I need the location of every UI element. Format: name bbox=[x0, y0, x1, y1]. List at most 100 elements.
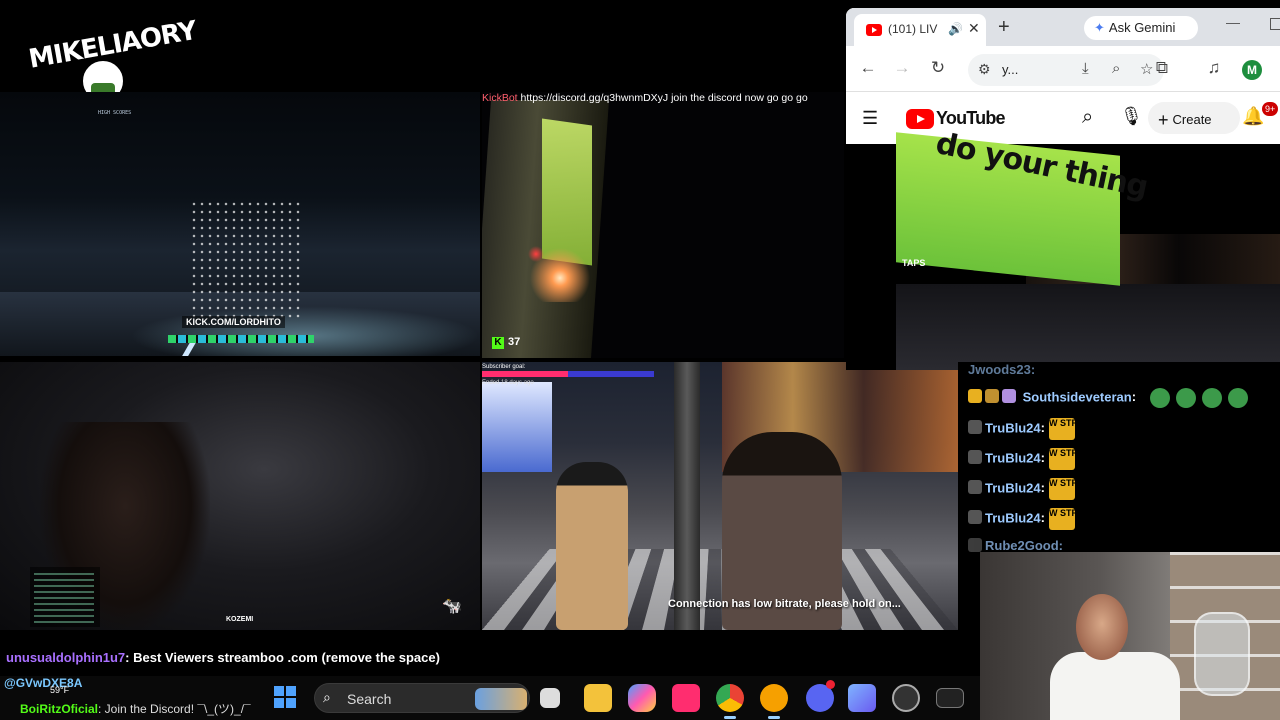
chat-colon: : bbox=[1040, 420, 1045, 436]
stream-tile-car-interior: KOZEMI 🐄 bbox=[0, 362, 480, 630]
storefront-sign: TAPS bbox=[902, 258, 926, 268]
site-info-icon[interactable]: ⚙ bbox=[978, 61, 991, 78]
taskbar-search-label: Search bbox=[347, 691, 392, 707]
media-controls-icon[interactable]: ♫ bbox=[1204, 58, 1224, 78]
microphone-icon[interactable]: 🎙 bbox=[1120, 106, 1143, 127]
extensions-icon[interactable]: ⧉ bbox=[1152, 58, 1172, 78]
file-explorer-icon[interactable] bbox=[584, 684, 612, 712]
zombie-emote-icon bbox=[1175, 388, 1196, 408]
night-road bbox=[896, 284, 1280, 370]
dot-matrix-overlay bbox=[190, 200, 300, 320]
search-highlight-image bbox=[475, 688, 527, 710]
user-badge-icon bbox=[968, 510, 982, 525]
youtube-brand[interactable]: YouTube bbox=[936, 108, 1006, 129]
picsart-icon[interactable] bbox=[672, 684, 700, 712]
subscriber-goal-label: Subscriber goal: bbox=[482, 364, 526, 370]
search-icon: ⌕ bbox=[323, 689, 331, 705]
create-label: Create bbox=[1172, 112, 1212, 127]
overlay-username: @GVwDXE8A bbox=[4, 676, 83, 690]
profile-avatar[interactable]: M bbox=[1242, 60, 1262, 80]
chrome-icon[interactable] bbox=[716, 684, 744, 719]
srt-app-icon[interactable] bbox=[936, 688, 964, 708]
chat-username: Southsideveteran bbox=[1022, 389, 1132, 405]
pole bbox=[674, 362, 700, 630]
new-tab-button[interactable]: + bbox=[998, 16, 1010, 39]
chat-line: TruBlu24: W STREAM bbox=[968, 508, 1278, 536]
w-stream-emote-icon: W STREAM bbox=[1048, 418, 1098, 440]
chat-username: TruBlu24 bbox=[985, 480, 1041, 496]
bot-chat-message: KickBot https://discord.gg/q3hwnmDXyJ jo… bbox=[482, 92, 844, 104]
stream-chat: Jwoods23: Southsideveteran: TruBlu24: W S… bbox=[958, 362, 1280, 552]
menu-icon[interactable]: ☰ bbox=[862, 108, 878, 129]
chat-line-partial: Jwoods23: bbox=[968, 362, 1278, 376]
chat-line: TruBlu24: W STREAM bbox=[968, 418, 1278, 446]
tab-title: (101) LIV bbox=[888, 22, 938, 36]
youtube-video-player[interactable]: do your thing TAPS bbox=[846, 126, 1280, 370]
app-diamond-icon[interactable] bbox=[848, 684, 876, 712]
founder-badge-icon bbox=[985, 389, 999, 404]
chat-line: Southsideveteran: bbox=[968, 388, 1278, 416]
w-stream-emote-icon: W STREAM bbox=[1048, 508, 1098, 530]
user-badge-icon bbox=[968, 450, 982, 465]
bot-username: KickBot bbox=[482, 92, 518, 104]
chat-line: TruBlu24: W STREAM bbox=[968, 478, 1278, 506]
chat-username: TruBlu24 bbox=[985, 510, 1041, 526]
webcam-feed bbox=[980, 552, 1280, 720]
overlay-message-text: : Join the Discord! ¯\_(ツ)_/¯ bbox=[98, 702, 251, 716]
close-tab-icon[interactable]: ✕ bbox=[968, 20, 980, 37]
start-button-windows-icon[interactable] bbox=[274, 686, 296, 708]
search-icon[interactable]: ⌕ bbox=[1082, 106, 1093, 129]
stream-hud bbox=[168, 96, 478, 106]
copilot-icon[interactable] bbox=[628, 684, 656, 712]
discord-notification-dot bbox=[826, 680, 835, 689]
high-scores-title: HIGH SCORES bbox=[98, 110, 132, 116]
youtube-logo-icon[interactable] bbox=[906, 109, 934, 129]
bot-message-text: https://discord.gg/q3hwnmDXyJ join the d… bbox=[520, 92, 808, 104]
minimize-button[interactable]: — bbox=[1226, 14, 1240, 30]
forward-arrow-icon[interactable]: → bbox=[892, 58, 912, 78]
high-scores-panel: HIGH SCORES bbox=[98, 110, 178, 190]
zoom-icon[interactable]: ⌕ bbox=[1112, 60, 1120, 77]
user-badge-icon bbox=[968, 480, 982, 495]
chat-username: TruBlu24 bbox=[985, 420, 1041, 436]
chat-line: TruBlu24: W STREAM bbox=[968, 448, 1278, 476]
stream-tag: KOZEMI bbox=[226, 616, 254, 623]
viewer-count: 37 bbox=[508, 336, 521, 348]
back-arrow-icon[interactable]: ← bbox=[858, 58, 878, 78]
overlay-message-user: BoiRitzOficial bbox=[20, 702, 99, 716]
stream-tile-crosswalk: Subscriber goal: Ended 18 days ago Conne… bbox=[482, 362, 958, 630]
cow-icon: 🐄 bbox=[442, 598, 462, 615]
address-text[interactable]: y... bbox=[1002, 62, 1018, 77]
maximize-button[interactable] bbox=[1270, 18, 1280, 30]
reload-icon[interactable]: ↻ bbox=[928, 58, 948, 78]
obs-icon[interactable] bbox=[892, 684, 920, 712]
street-lights bbox=[512, 242, 592, 302]
notifications-count: 9+ bbox=[1262, 102, 1279, 116]
gemini-label: Ask Gemini bbox=[1108, 20, 1176, 35]
stream-tile-night-street: KickBot https://discord.gg/q3hwnmDXyJ jo… bbox=[482, 92, 844, 358]
install-app-icon[interactable]: ⤓ bbox=[1082, 60, 1089, 77]
address-bar[interactable]: ⚙ y... ⤓ ⌕ ☆ bbox=[968, 54, 1164, 86]
headlight-glow bbox=[130, 306, 480, 356]
goal-ended-label: Ended 18 days ago bbox=[482, 380, 534, 386]
speaker-icon[interactable]: 🔊 bbox=[948, 22, 963, 36]
zombie-emote-icon bbox=[1201, 388, 1222, 408]
crosswalk bbox=[482, 549, 958, 630]
ask-gemini-button[interactable]: ✦ Ask Gemini bbox=[1084, 16, 1198, 40]
kick-icon: K bbox=[492, 337, 504, 349]
task-view-icon[interactable] bbox=[540, 688, 560, 708]
person-body bbox=[1050, 652, 1180, 720]
create-button[interactable]: + Create bbox=[1148, 102, 1240, 134]
taskbar-search[interactable]: ⌕ Search bbox=[314, 683, 530, 713]
windows-taskbar: @GVwDXE8A 59°F BoiRitzOficial: Join the … bbox=[0, 676, 980, 720]
overlay-message: BoiRitzOficial: Join the Discord! ¯\_(ツ)… bbox=[20, 700, 251, 717]
tab-strip: (101) LIV 🔊 ✕ + ✦ Ask Gemini — bbox=[846, 8, 1280, 46]
sun-app-icon[interactable] bbox=[760, 684, 788, 719]
kick-progress-strip bbox=[168, 335, 314, 343]
viewer-count-badge: K 37 bbox=[492, 336, 520, 349]
tab-youtube[interactable]: (101) LIV 🔊 ✕ bbox=[854, 14, 986, 46]
gemini-star-icon: ✦ bbox=[1094, 20, 1105, 35]
chat-username: TruBlu24 bbox=[985, 450, 1041, 466]
mini-chat-overlay bbox=[30, 567, 100, 627]
weather-temp[interactable]: 59°F bbox=[50, 685, 69, 695]
